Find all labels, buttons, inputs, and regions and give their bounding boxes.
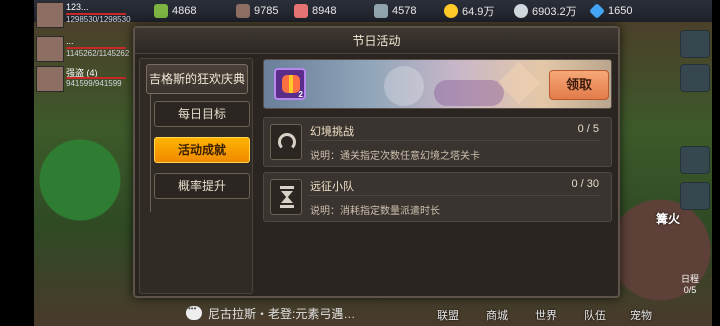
screen-edge-right <box>712 0 720 326</box>
resource-wood: 9785 <box>236 3 278 19</box>
tab-event-achievements[interactable]: 活动成就 <box>154 137 250 163</box>
task-expedition-squad: 远征小队 0 / 30 说明：消耗指定数量派遣时长 <box>263 172 612 222</box>
player-hp: 1145262/1145262 <box>66 49 130 58</box>
nav-alliance[interactable]: 联盟 <box>437 307 459 323</box>
gift-bag-icon <box>282 75 300 93</box>
task-title: 幻境挑战 <box>310 126 354 138</box>
resource-gold: 64.9万 <box>444 3 494 19</box>
modal-title: 节日活动 <box>135 28 618 54</box>
task-icon-frame <box>270 124 302 160</box>
resource-iron: 4578 <box>374 3 416 19</box>
task-divider <box>308 195 601 196</box>
resource-value: 8948 <box>312 5 337 17</box>
tree-connector <box>150 94 151 212</box>
resource-silver: 6903.2万 <box>514 3 577 19</box>
nav-world[interactable]: 世界 <box>535 307 557 323</box>
hourglass-icon <box>280 186 294 208</box>
banner-decoration <box>384 66 424 106</box>
stone-icon <box>294 4 308 18</box>
nav-shop[interactable]: 商城 <box>486 307 508 323</box>
task-progress: 0 / 5 <box>577 123 599 135</box>
daily-label: 日程 <box>680 274 699 284</box>
silver-coin-icon <box>514 4 528 18</box>
task-illusion-challenge: 幻境挑战 0 / 5 说明：通关指定次数任意幻境之塔关卡 <box>263 117 612 167</box>
avatar[interactable] <box>36 36 64 62</box>
event-content: 2 领取 幻境挑战 0 / 5 说明：通关指定次数任意幻境之塔关卡 远征小队 0… <box>259 58 616 294</box>
festival-event-modal: 节日活动 吉格斯的狂欢庆典 每日目标 活动成就 概率提升 2 领取 幻境挑战 0… <box>133 26 620 298</box>
resource-food: 4868 <box>154 3 196 19</box>
avatar[interactable] <box>36 2 64 28</box>
resource-stone: 8948 <box>294 3 336 19</box>
player-hp: 941599/941599 <box>66 79 122 88</box>
side-widget[interactable] <box>680 30 710 58</box>
nav-team[interactable]: 队伍 <box>584 307 606 323</box>
avatar[interactable] <box>36 66 64 92</box>
side-widget[interactable] <box>680 64 710 92</box>
task-title: 远征小队 <box>310 181 354 193</box>
resource-value: 4578 <box>392 5 417 17</box>
event-nav-panel: 吉格斯的狂欢庆典 每日目标 活动成就 概率提升 <box>139 58 253 294</box>
player-entry[interactable]: 强盗 (4) 941599/941599 <box>36 66 134 92</box>
gold-coin-icon <box>444 4 458 18</box>
event-banner: 2 领取 <box>263 59 612 109</box>
tab-gigs-carnival[interactable]: 吉格斯的狂欢庆典 <box>146 64 248 94</box>
task-divider <box>308 140 601 141</box>
chat-bar[interactable]: 尼古拉斯・老登:元素弓遇… <box>186 304 355 322</box>
banner-decoration <box>497 61 541 105</box>
player-name: 123... <box>66 2 89 12</box>
screen-edge-left <box>0 0 34 326</box>
chat-message: 尼古拉斯・老登:元素弓遇… <box>208 306 356 321</box>
horseshoe-icon <box>278 133 296 151</box>
chat-bubble-icon <box>186 304 202 320</box>
resource-value: 64.9万 <box>462 6 495 18</box>
task-progress: 0 / 30 <box>571 178 599 190</box>
daily-count: 0/5 <box>683 285 697 295</box>
bonfire-label[interactable]: 篝火 <box>656 210 680 227</box>
tab-rate-up[interactable]: 概率提升 <box>154 173 250 199</box>
claim-button[interactable]: 领取 <box>549 70 609 100</box>
resource-value: 9785 <box>254 5 279 17</box>
resource-value: 1650 <box>608 5 633 17</box>
task-description: 说明：消耗指定数量派遣时长 <box>310 206 440 217</box>
reward-quantity: 2 <box>298 90 303 99</box>
player-entry[interactable]: ... 1145262/1145262 <box>36 36 134 62</box>
resource-diamond: 1650 <box>589 3 633 19</box>
iron-icon <box>374 4 388 18</box>
side-widget[interactable] <box>680 182 710 210</box>
food-icon <box>154 4 168 18</box>
task-icon-frame <box>270 179 302 215</box>
side-widget[interactable] <box>680 146 710 174</box>
resource-bar: 4868 9785 8948 4578 64.9万 6903.2万 1650 <box>34 0 712 22</box>
wood-icon <box>236 4 250 18</box>
resource-value: 4868 <box>172 5 197 17</box>
task-description: 说明：通关指定次数任意幻境之塔关卡 <box>310 151 480 162</box>
resource-value: 6903.2万 <box>532 6 577 18</box>
tab-daily-goals[interactable]: 每日目标 <box>154 101 250 127</box>
daily-schedule-button[interactable]: 日程 0/5 <box>672 272 708 314</box>
banner-decoration <box>434 80 504 106</box>
player-hp: 1298530/1298530 <box>66 15 131 24</box>
player-entry[interactable]: 123... 1298530/1298530 <box>36 2 134 28</box>
reward-item[interactable]: 2 <box>274 68 306 100</box>
diamond-icon <box>589 3 605 19</box>
nav-pet[interactable]: 宠物 <box>630 307 652 323</box>
player-name: ... <box>66 36 74 46</box>
